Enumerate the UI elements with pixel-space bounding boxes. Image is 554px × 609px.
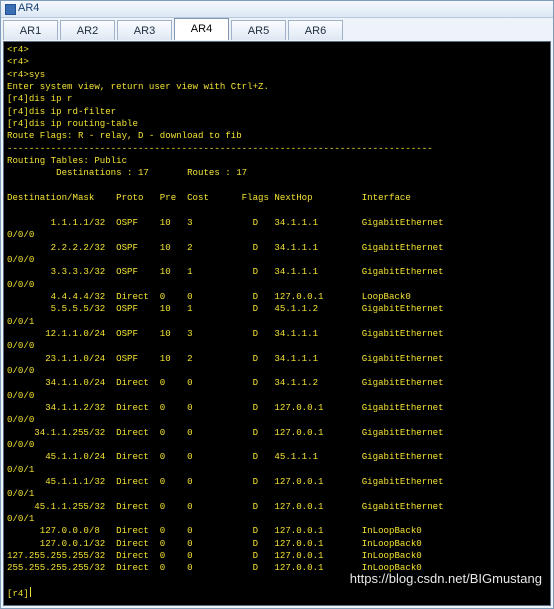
console-line: <r4> (7, 56, 29, 68)
console-line: 5.5.5.5/32 OSPF 10 1 D 45.1.1.2 GigabitE… (7, 303, 444, 315)
window-title: AR4 (18, 2, 40, 14)
tab-ar3[interactable]: AR3 (117, 20, 172, 40)
console-lines: <r4> <r4> <r4>sys Enter system view, return… (7, 44, 444, 575)
watermark-text: https://blog.csdn.net/BIGmustang (349, 571, 542, 586)
app-icon (5, 4, 16, 15)
console-line: 0/0/0 (7, 253, 35, 265)
console-line: <r4> (7, 44, 29, 55)
console-line: 0/0/0 (7, 439, 35, 450)
title-bar: AR4 (1, 1, 553, 18)
console-line: 45.1.1.1/32 Direct 0 0 D 127.0.0.1 Gigab… (7, 476, 444, 488)
tab-ar1[interactable]: AR1 (3, 20, 58, 40)
console-line: 0/0/0 (7, 340, 35, 352)
console-line: 0/0/0 (7, 278, 35, 290)
console-line: 0/0/1 (7, 463, 35, 475)
console-line: 4.4.4.4/32 Direct 0 0 D 127.0.0.1 LoopBa… (7, 290, 411, 302)
console-line: 0/0/1 (7, 488, 35, 500)
console-line: 12.1.1.0/24 OSPF 10 3 D 34.1.1.1 Gigabit… (7, 327, 444, 339)
prompt-text: [r4] (7, 588, 29, 599)
console-line: 3.3.3.3/32 OSPF 10 1 D 34.1.1.1 GigabitE… (7, 266, 444, 278)
console-line: 0/0/0 (7, 389, 35, 401)
tab-ar5[interactable]: AR5 (231, 20, 286, 40)
console-line: [r4]dis ip rd-filter (7, 105, 117, 117)
console-line: 127.255.255.255/32 Direct 0 0 D 127.0.0.… (7, 550, 422, 562)
console-line: 2.2.2.2/32 OSPF 10 2 D 34.1.1.1 GigabitE… (7, 241, 444, 253)
console-line: 0/0/0 (7, 229, 35, 241)
console-line: Destinations : 17 Routes : 17 (7, 167, 248, 179)
console-line: 0/0/1 (7, 315, 35, 327)
console-line: 45.1.1.255/32 Direct 0 0 D 127.0.0.1 Gig… (7, 500, 444, 512)
console-line: 34.1.1.255/32 Direct 0 0 D 127.0.0.1 Gig… (7, 426, 444, 438)
console-line: 34.1.1.0/24 Direct 0 0 D 34.1.1.2 Gigabi… (7, 377, 444, 389)
console-line: [r4]dis ip routing-table (7, 118, 138, 130)
console-line: ----------------------------------------… (7, 142, 433, 154)
tab-ar2[interactable]: AR2 (60, 20, 115, 40)
console-output[interactable]: <r4> <r4> <r4>sys Enter system view, return… (3, 41, 551, 606)
console-line: Route Flags: R - relay, D - download to … (7, 130, 242, 142)
console-line: 23.1.1.0/24 OSPF 10 2 D 34.1.1.1 Gigabit… (7, 352, 444, 364)
console-line: 127.0.0.0/8 Direct 0 0 D 127.0.0.1 InLoo… (7, 525, 422, 537)
command-prompt[interactable]: [r4] (7, 587, 31, 599)
console-line: 1.1.1.1/32 OSPF 10 3 D 34.1.1.1 GigabitE… (7, 216, 444, 228)
console-line: [r4]dis ip r (7, 93, 73, 105)
text-cursor (29, 587, 31, 597)
console-line: Routing Tables: Public (7, 155, 128, 167)
console-line: Enter system view, return user view with… (7, 81, 269, 93)
console-line: Destination/Mask Proto Pre Cost Flags Ne… (7, 192, 411, 204)
console-line: 127.0.0.1/32 Direct 0 0 D 127.0.0.1 InLo… (7, 537, 422, 549)
tab-ar4[interactable]: AR4 (174, 18, 229, 40)
console-line: 0/0/0 (7, 414, 35, 426)
console-line: 0/0/0 (7, 364, 35, 376)
terminal-window: AR4 AR1 AR2 AR3 AR4 AR5 AR6 <r4> <r4> <r4>… (0, 0, 554, 609)
console-line: 0/0/1 (7, 513, 35, 525)
tab-ar6[interactable]: AR6 (288, 20, 343, 40)
console-line: 34.1.1.2/32 Direct 0 0 D 127.0.0.1 Gigab… (7, 401, 444, 413)
console-line: <r4>sys (7, 68, 46, 80)
console-line: 45.1.1.0/24 Direct 0 0 D 45.1.1.1 Gigabi… (7, 451, 444, 463)
